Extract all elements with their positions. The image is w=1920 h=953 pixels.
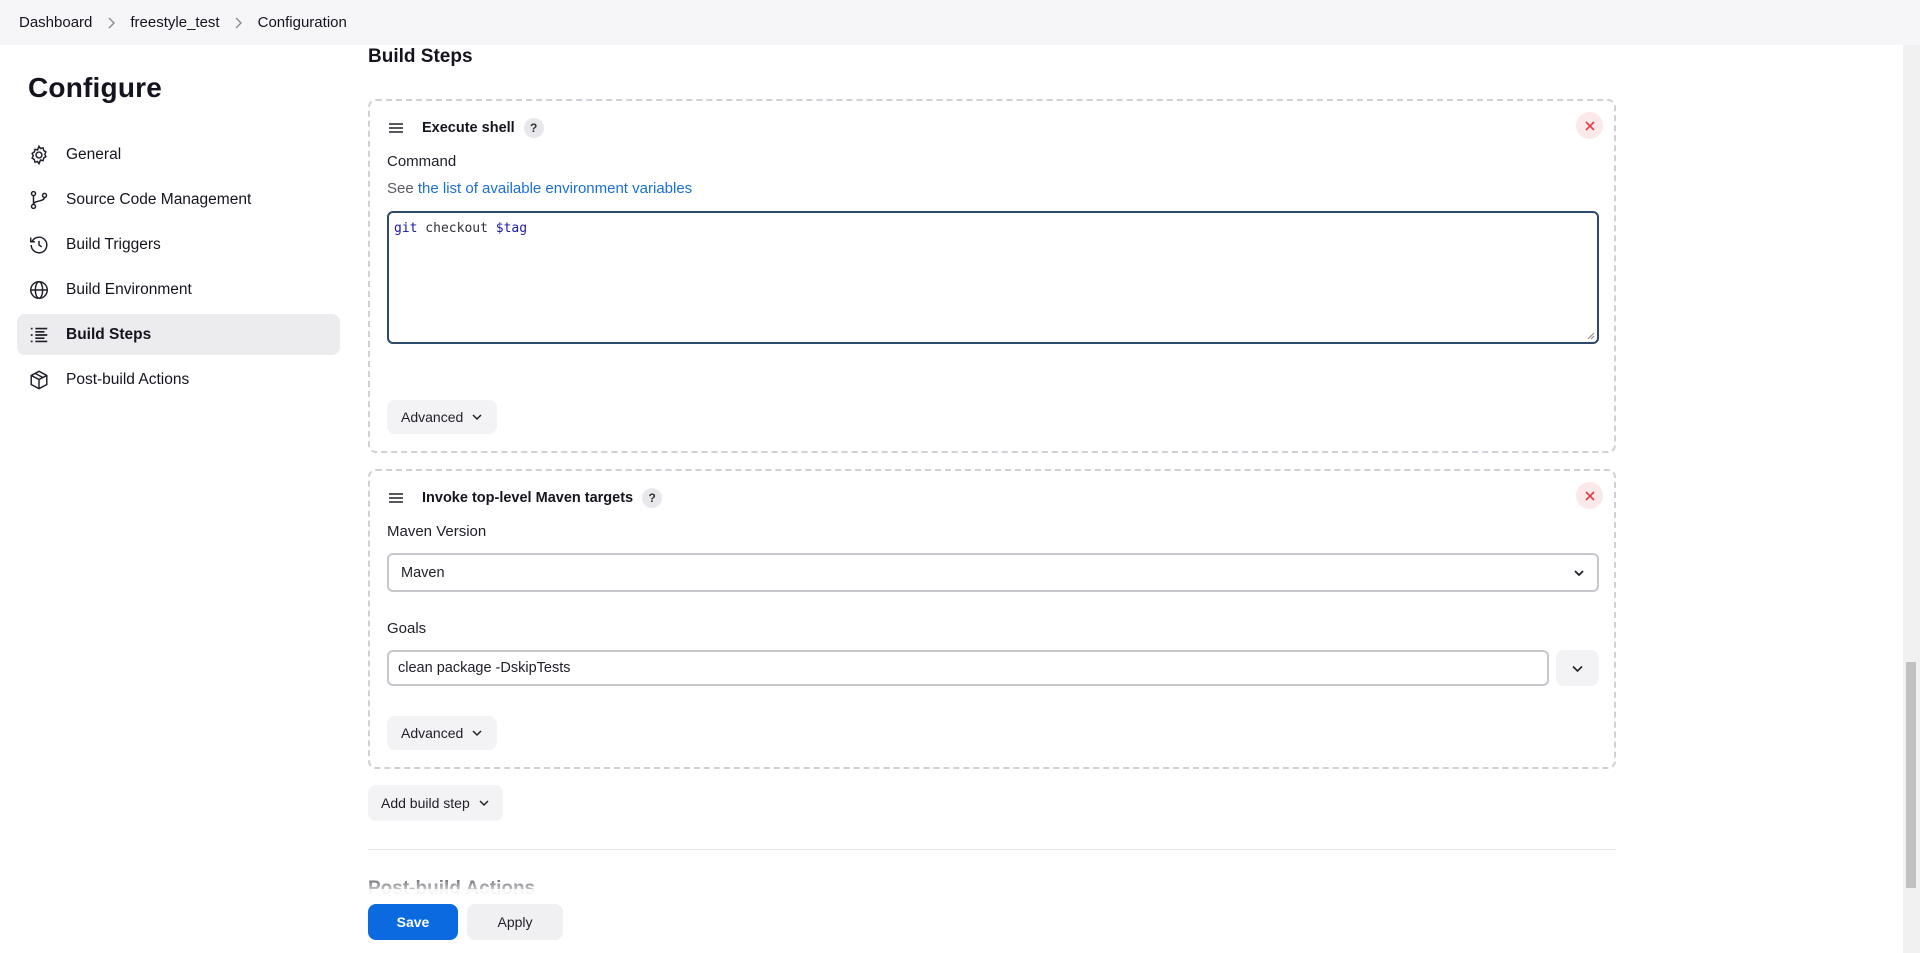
scrollbar-thumb[interactable]: [1906, 662, 1916, 888]
card-header: Execute shell ?: [387, 117, 544, 139]
advanced-label: Advanced: [401, 725, 464, 741]
apply-button[interactable]: Apply: [467, 904, 563, 940]
step-title: Execute shell: [422, 120, 515, 136]
goals-input[interactable]: clean package -DskipTests: [387, 650, 1549, 686]
branch-icon: [28, 189, 50, 211]
sidebar-item-general[interactable]: General: [17, 134, 340, 175]
delete-step-button[interactable]: [1576, 112, 1603, 139]
code-keyword: git: [394, 221, 418, 236]
breadcrumb-job[interactable]: freestyle_test: [130, 14, 219, 31]
close-icon: [1584, 120, 1595, 131]
help-button[interactable]: ?: [642, 488, 663, 508]
sidebar-item-build-environment[interactable]: Build Environment: [17, 269, 340, 310]
chevron-down-icon: [479, 800, 489, 807]
drag-handle-icon[interactable]: [387, 119, 405, 137]
sidebar-item-source-code-management[interactable]: Source Code Management: [17, 179, 340, 220]
chevron-right-icon: [220, 17, 258, 29]
sidebar-nav: General Source Code Management Build Tri…: [17, 134, 340, 404]
goals-label: Goals: [387, 620, 427, 637]
maven-version-label: Maven Version: [387, 523, 487, 540]
sidebar-item-build-steps[interactable]: Build Steps: [17, 314, 340, 355]
breadcrumb-configuration[interactable]: Configuration: [258, 14, 347, 31]
sidebar-item-label: Post-build Actions: [66, 370, 190, 388]
list-icon: [28, 324, 50, 346]
page-title: Configure: [28, 72, 163, 103]
command-description: See the list of available environment va…: [387, 180, 692, 197]
maven-version-select[interactable]: Maven: [387, 553, 1599, 592]
code-variable: $tag: [495, 221, 528, 236]
chevron-down-icon: [472, 730, 482, 737]
resize-grip-icon[interactable]: [1585, 330, 1595, 340]
globe-icon: [28, 279, 50, 301]
gear-icon: [28, 144, 50, 166]
build-step-maven: Invoke top-level Maven targets ? Maven V…: [368, 469, 1616, 769]
bottom-action-bar: [0, 889, 1900, 953]
command-textarea[interactable]: git checkout $tag: [387, 211, 1599, 344]
help-button[interactable]: ?: [523, 118, 544, 138]
clock-icon: [28, 234, 50, 256]
section-title-build-steps: Build Steps: [368, 46, 473, 67]
sidebar-item-label: Source Code Management: [66, 190, 252, 208]
sidebar-item-label: Build Environment: [66, 280, 192, 298]
chevron-down-icon: [1572, 665, 1583, 672]
close-icon: [1584, 490, 1595, 501]
sidebar-item-label: Build Steps: [66, 325, 152, 343]
save-button[interactable]: Save: [368, 904, 458, 940]
advanced-button[interactable]: Advanced: [387, 716, 498, 750]
sidebar-item-post-build-actions[interactable]: Post-build Actions: [17, 359, 340, 400]
chevron-down-icon: [1574, 569, 1584, 576]
delete-step-button[interactable]: [1576, 482, 1603, 509]
package-icon: [28, 369, 50, 391]
advanced-button[interactable]: Advanced: [387, 400, 498, 434]
expand-goals-button[interactable]: [1556, 650, 1599, 686]
chevron-right-icon: [92, 17, 130, 29]
breadcrumb: Dashboard freestyle_test Configuration: [0, 0, 1920, 45]
sidebar-item-build-triggers[interactable]: Build Triggers: [17, 224, 340, 265]
step-title: Invoke top-level Maven targets: [422, 490, 634, 506]
env-vars-link[interactable]: the list of available environment variab…: [418, 180, 692, 197]
section-divider: [368, 849, 1616, 850]
sidebar-item-label: General: [66, 145, 122, 163]
drag-handle-icon[interactable]: [387, 489, 405, 507]
advanced-label: Advanced: [401, 409, 464, 425]
breadcrumb-dashboard[interactable]: Dashboard: [19, 14, 92, 31]
select-value: Maven: [401, 564, 445, 581]
sidebar-item-label: Build Triggers: [66, 235, 161, 253]
command-label: Command: [387, 153, 457, 170]
card-header: Invoke top-level Maven targets ?: [387, 487, 663, 509]
build-step-execute-shell: Execute shell ? Command See the list of …: [368, 99, 1616, 453]
description-text: See: [387, 180, 418, 197]
add-build-step-label: Add build step: [381, 795, 470, 811]
chevron-down-icon: [472, 414, 482, 421]
code-text: checkout: [417, 221, 496, 236]
add-build-step-button[interactable]: Add build step: [368, 785, 503, 821]
goals-value: clean package -DskipTests: [398, 660, 571, 676]
